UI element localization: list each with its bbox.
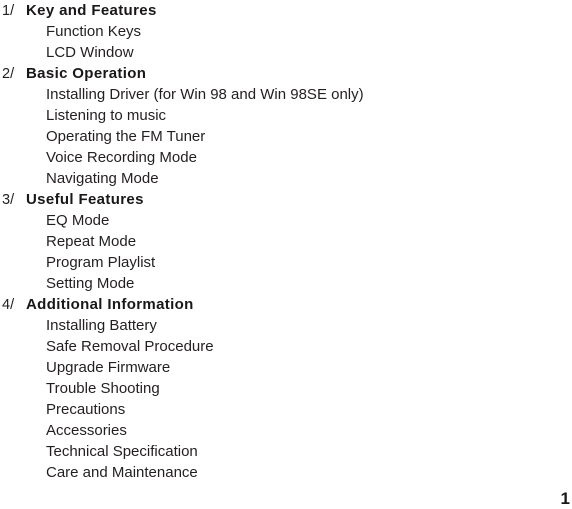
toc-entry-label: Accessories [46,422,127,439]
toc-entry[interactable]: EQ Mode [0,210,572,231]
toc-entry-label: Technical Specification [46,443,198,460]
section-number: 3/ [2,192,15,208]
toc-entry-label: Repeat Mode [46,233,137,250]
toc-entry[interactable]: Technical Specification [0,441,572,462]
table-of-contents: 1/ Key and Features Function Keys LCD Wi… [0,0,572,483]
toc-entry[interactable]: Upgrade Firmware [0,357,572,378]
toc-entry-label: Installing Battery [46,317,157,334]
section-number: 1/ [2,3,15,19]
toc-entry[interactable]: Installing Driver (for Win 98 and Win 98… [0,84,572,105]
toc-section-heading-row: 3/ Useful Features [0,189,572,210]
toc-entry-label: Trouble Shooting [46,380,160,397]
toc-entry[interactable]: Function Keys [0,21,572,42]
toc-entry[interactable]: Navigating Mode [0,168,572,189]
toc-entry-label: Setting Mode [46,275,135,292]
toc-entry-label: Care and Maintenance [46,464,198,481]
toc-entry[interactable]: Trouble Shooting [0,378,572,399]
toc-section-heading-row: 4/ Additional Information [0,294,572,315]
section-heading: Key and Features [26,2,157,19]
toc-section-heading-row: 2/ Basic Operation [0,63,572,84]
toc-entry-label: Installing Driver (for Win 98 and Win 98… [46,86,364,103]
toc-entry[interactable]: Listening to music [0,105,572,126]
toc-entry-label: Program Playlist [46,254,156,271]
toc-entry-label: Navigating Mode [46,170,159,187]
section-heading: Useful Features [26,191,144,208]
toc-entry[interactable]: Voice Recording Mode [0,147,572,168]
toc-entry[interactable]: Program Playlist [0,252,572,273]
toc-entry[interactable]: Safe Removal Procedure [0,336,572,357]
toc-entry-label: Safe Removal Procedure [46,338,214,355]
toc-entry-label: Listening to music [46,107,167,124]
toc-entry-label: Upgrade Firmware [46,359,171,376]
section-heading: Basic Operation [26,65,147,82]
toc-entry[interactable]: LCD Window [0,42,572,63]
toc-entry-label: Voice Recording Mode [46,149,197,166]
toc-entry[interactable]: Repeat Mode [0,231,572,252]
toc-entry-label: Precautions [46,401,126,418]
toc-entry[interactable]: Setting Mode [0,273,572,294]
page-number: 1 [560,489,570,508]
toc-entry-label: Operating the FM Tuner [46,128,206,145]
toc-section-heading-row: 1/ Key and Features [0,0,572,21]
toc-entry[interactable]: Precautions [0,399,572,420]
toc-entry[interactable]: Care and Maintenance [0,462,572,483]
section-number: 4/ [2,297,15,313]
toc-entry[interactable]: Installing Battery [0,315,572,336]
section-heading: Additional Information [26,296,194,313]
toc-entry-label: EQ Mode [46,212,110,229]
toc-entry-label: LCD Window [46,44,134,61]
toc-entry-label: Function Keys [46,23,142,40]
toc-entry[interactable]: Operating the FM Tuner [0,126,572,147]
section-number: 2/ [2,66,15,82]
toc-entry[interactable]: Accessories [0,420,572,441]
